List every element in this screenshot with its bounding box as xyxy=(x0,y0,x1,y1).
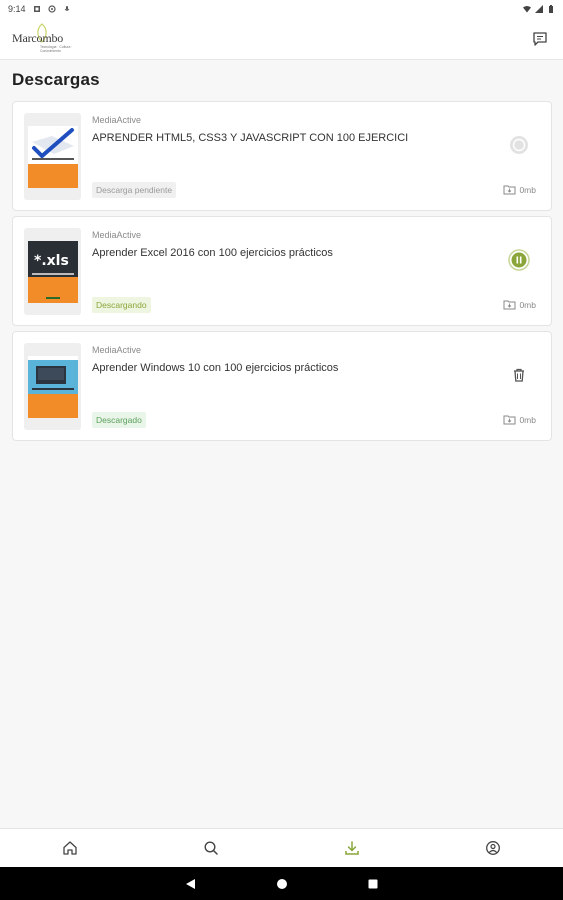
downloads-list: MediaActive APRENDER HTML5, CSS3 Y JAVAS… xyxy=(12,101,552,446)
system-nav-bar xyxy=(0,867,563,900)
book-title: APRENDER HTML5, CSS3 Y JAVASCRIPT CON 10… xyxy=(92,132,409,144)
pending-button[interactable] xyxy=(508,134,530,156)
file-size: 0mb xyxy=(503,414,536,425)
system-home-button[interactable] xyxy=(274,876,290,892)
sync-icon xyxy=(47,5,56,13)
signal-icon xyxy=(535,5,543,13)
chat-icon xyxy=(533,31,547,46)
file-size-value: 0mb xyxy=(519,184,536,195)
logo-text: Marcombo xyxy=(12,30,64,45)
delete-button[interactable] xyxy=(508,364,530,386)
folder-download-icon xyxy=(503,415,516,425)
logo-subtitle: Tecnología · Cultura · Conocimiento xyxy=(40,44,73,53)
book-cover-windows xyxy=(27,355,78,418)
system-back-button[interactable] xyxy=(183,876,199,892)
publisher-label: MediaActive xyxy=(92,345,142,355)
book-cover-html5 xyxy=(27,125,78,188)
nav-downloads[interactable] xyxy=(337,833,367,863)
publisher-label: MediaActive xyxy=(92,230,142,240)
pending-icon xyxy=(510,136,528,154)
nav-search[interactable] xyxy=(196,833,226,863)
recents-square-icon xyxy=(368,879,377,888)
search-icon xyxy=(204,841,218,855)
status-time: 9:14 xyxy=(8,4,26,14)
svg-text:*.xls: *.xls xyxy=(34,253,69,269)
nav-home[interactable] xyxy=(55,833,85,863)
status-badge: Descargando xyxy=(92,297,151,313)
file-size: 0mb xyxy=(503,184,536,195)
download-icon xyxy=(345,841,359,855)
pause-button[interactable] xyxy=(508,249,530,271)
file-size-value: 0mb xyxy=(519,414,536,425)
battery-icon xyxy=(549,5,553,13)
folder-download-icon xyxy=(503,300,516,310)
home-icon xyxy=(63,841,78,855)
file-size-value: 0mb xyxy=(519,299,536,310)
download-item[interactable]: MediaActive Aprender Windows 10 con 100 … xyxy=(12,331,552,441)
profile-icon xyxy=(485,841,500,855)
book-title: Aprender Excel 2016 con 100 ejercicios p… xyxy=(92,247,333,259)
marcombo-logo[interactable]: Marcombo Tecnología · Cultura · Conocimi… xyxy=(12,21,76,57)
book-cover-frame: *.xls xyxy=(24,228,81,315)
book-cover-frame xyxy=(24,343,81,430)
page-title: Descargas xyxy=(12,70,100,89)
app-header: Marcombo Tecnología · Cultura · Conocimi… xyxy=(0,18,563,60)
back-triangle-icon xyxy=(185,878,195,889)
book-cover-excel: *.xls xyxy=(27,240,78,303)
pause-icon xyxy=(508,249,530,271)
mic-icon xyxy=(64,6,69,11)
home-circle-icon xyxy=(276,878,287,889)
nav-profile[interactable] xyxy=(478,833,508,863)
bottom-nav xyxy=(0,828,563,867)
publisher-label: MediaActive xyxy=(92,115,142,125)
status-badge: Descarga pendiente xyxy=(92,182,177,198)
folder-download-icon xyxy=(503,185,516,195)
notification-icon xyxy=(33,6,40,12)
wifi-icon xyxy=(523,6,531,13)
download-item[interactable]: *.xls MediaActive Aprender Excel 2016 co… xyxy=(12,216,552,326)
download-item[interactable]: MediaActive APRENDER HTML5, CSS3 Y JAVAS… xyxy=(12,101,552,211)
system-recents-button[interactable] xyxy=(365,876,381,892)
status-left: 9:14 xyxy=(8,4,71,14)
file-size: 0mb xyxy=(503,299,536,310)
book-title: Aprender Windows 10 con 100 ejercicios p… xyxy=(92,362,339,374)
status-bar: 9:14 xyxy=(0,0,563,18)
chat-button[interactable] xyxy=(529,28,551,50)
book-cover-frame xyxy=(24,113,81,200)
status-right xyxy=(523,5,555,13)
trash-icon xyxy=(514,368,524,382)
status-badge: Descargado xyxy=(92,412,146,428)
